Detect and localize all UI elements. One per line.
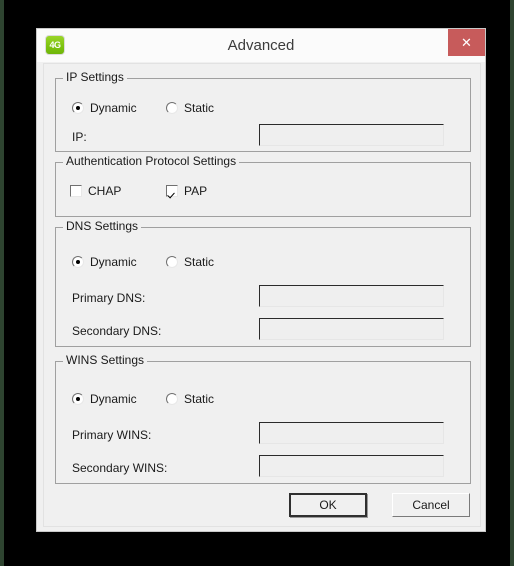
radio-label: Static [184,392,215,406]
checkbox-chap[interactable]: CHAP [70,184,121,198]
input-secondary-wins[interactable] [259,455,444,477]
radio-wins-dynamic[interactable]: Dynamic [72,392,137,406]
title-bar: 4G Advanced ✕ [37,29,485,63]
label-primary-wins: Primary WINS: [72,428,152,442]
radio-label: Dynamic [90,392,137,406]
input-ip[interactable] [259,124,444,146]
label-secondary-wins: Secondary WINS: [72,461,168,475]
group-dns-settings: DNS Settings Dynamic Static Primary DNS:… [55,220,471,347]
checkbox-label: PAP [184,184,208,198]
radio-indicator [72,102,84,114]
radio-indicator [166,256,178,268]
window-title: Advanced [227,37,295,54]
cancel-button[interactable]: Cancel [392,493,470,517]
radio-ip-static[interactable]: Static [166,101,214,115]
radio-ip-dynamic[interactable]: Dynamic [72,101,137,115]
group-wins-settings-label: WINS Settings [63,354,148,367]
input-primary-wins[interactable] [259,422,444,444]
group-auth-settings-label: Authentication Protocol Settings [63,155,240,168]
advanced-settings-dialog: 4G Advanced ✕ IP Settings Dynamic Static… [36,28,486,532]
group-ip-settings: IP Settings Dynamic Static IP: [55,71,471,152]
group-auth-settings: Authentication Protocol Settings CHAP PA… [55,155,471,217]
label-secondary-dns: Secondary DNS: [72,324,162,338]
group-wins-settings: WINS Settings Dynamic Static Primary WIN… [55,354,471,484]
ok-button[interactable]: OK [289,493,367,517]
checkbox-pap[interactable]: PAP [166,184,207,198]
radio-indicator [166,102,178,114]
group-ip-settings-label: IP Settings [63,71,127,84]
desktop-background: 4G Advanced ✕ IP Settings Dynamic Static… [0,0,514,566]
radio-indicator [72,256,84,268]
label-ip: IP: [72,130,87,144]
radio-label: Dynamic [90,255,137,269]
radio-dns-static[interactable]: Static [166,255,214,269]
dialog-client-area: IP Settings Dynamic Static IP: Authentic… [43,63,481,527]
checkbox-indicator [166,185,178,197]
radio-label: Dynamic [90,101,137,115]
input-primary-dns[interactable] [259,285,444,307]
radio-indicator [72,393,84,405]
radio-wins-static[interactable]: Static [166,392,214,406]
input-secondary-dns[interactable] [259,318,444,340]
checkbox-indicator [70,185,82,197]
label-primary-dns: Primary DNS: [72,291,146,305]
close-icon[interactable]: ✕ [448,29,485,56]
radio-indicator [166,393,178,405]
radio-dns-dynamic[interactable]: Dynamic [72,255,137,269]
group-dns-settings-label: DNS Settings [63,220,142,233]
radio-label: Static [184,101,215,115]
checkbox-label: CHAP [88,184,122,198]
radio-label: Static [184,255,215,269]
